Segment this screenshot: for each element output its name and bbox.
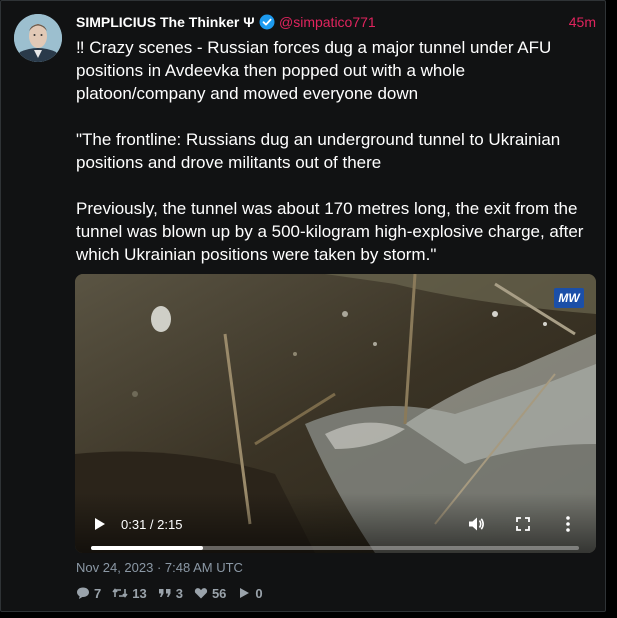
retweet-icon	[112, 588, 128, 598]
quote-count: 3	[175, 585, 183, 601]
fullscreen-icon[interactable]	[515, 516, 531, 532]
reply-count: 7	[94, 585, 102, 601]
tweet-stats: 7 13 3 56 0	[76, 584, 274, 602]
avatar[interactable]	[14, 14, 62, 62]
views-icon	[240, 588, 250, 598]
like-icon	[194, 588, 208, 599]
tweet-paragraph: "The frontline: Russians dug an undergro…	[76, 130, 561, 172]
like-count: 56	[211, 585, 227, 601]
video-player[interactable]: MW 0:31 / 2:15	[75, 274, 596, 553]
author-handle[interactable]: @simpatico771	[279, 14, 376, 30]
views-stat[interactable]: 0	[237, 585, 263, 601]
tweet-card: SIMPLICIUS The Thinker Ψ @simpatico771 4…	[0, 0, 606, 612]
video-progress-fill	[91, 546, 204, 550]
watermark-badge: MW	[554, 288, 584, 308]
tweet-text: ‼ Crazy scenes - Russian forces dug a ma…	[76, 36, 596, 266]
video-time: 0:31 / 2:15	[121, 517, 183, 532]
author-name[interactable]: SIMPLICIUS The Thinker Ψ	[76, 14, 255, 30]
retweet-stat[interactable]: 13	[112, 585, 147, 601]
play-icon[interactable]	[93, 517, 107, 531]
tweet-paragraph: ‼ Crazy scenes - Russian forces dug a ma…	[76, 38, 552, 103]
video-progress-bar[interactable]	[91, 546, 579, 550]
tweet-header: SIMPLICIUS The Thinker Ψ @simpatico771 4…	[76, 13, 596, 33]
reply-stat[interactable]: 7	[76, 586, 101, 601]
avatar-image	[14, 14, 62, 62]
timestamp-relative[interactable]: 45m	[569, 14, 596, 30]
tweet-paragraph: Previously, the tunnel was about 170 met…	[76, 199, 584, 264]
views-count: 0	[255, 585, 263, 601]
more-options-icon[interactable]	[565, 515, 571, 533]
reply-icon	[77, 587, 89, 599]
video-controls: 0:31 / 2:15	[75, 493, 596, 553]
verified-badge-icon	[259, 14, 275, 30]
like-stat[interactable]: 56	[194, 586, 226, 601]
retweet-count: 13	[132, 585, 147, 601]
volume-icon[interactable]	[467, 515, 485, 533]
quote-icon	[158, 589, 171, 597]
tweet-date[interactable]: Nov 24, 2023 · 7:48 AM UTC	[76, 560, 243, 575]
quote-stat[interactable]: 3	[158, 586, 183, 601]
